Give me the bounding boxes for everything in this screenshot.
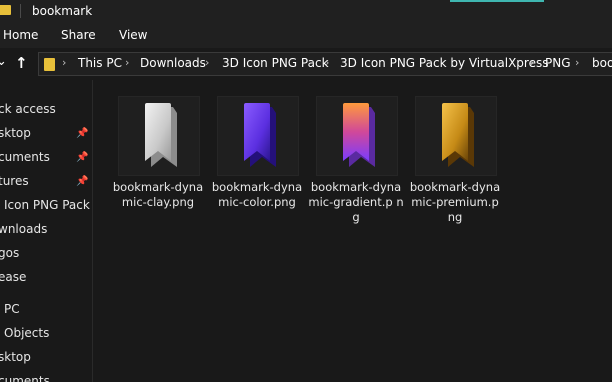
chevron-right-icon[interactable]: › — [530, 56, 534, 69]
file-name: bookmark-dyna mic-color.png — [211, 180, 303, 209]
sidebar-item-label: Icon PNG Pack b — [4, 198, 92, 212]
title-bar: bookmark — [0, 0, 612, 24]
sidebar-item-downloads[interactable]: wnloads — [0, 220, 92, 240]
sidebar-item-this-pc[interactable]: PC — [0, 300, 92, 320]
thumbnail — [118, 96, 200, 176]
bookmark-premium-icon — [442, 103, 474, 167]
sidebar-item-label: sktop — [0, 350, 31, 364]
sidebar-item-documents[interactable]: cuments 📌 — [0, 148, 92, 168]
sidebar-item-label: ck access — [0, 102, 56, 116]
sidebar-item-release[interactable]: ease — [0, 268, 92, 288]
chevron-right-icon[interactable]: › — [205, 56, 209, 69]
navigation-pane: ck access sktop 📌 cuments 📌 tures 📌 Icon… — [0, 80, 92, 382]
file-name: bookmark-dyna mic-gradient.p ng — [308, 180, 404, 224]
sidebar-item-label: Objects — [4, 326, 50, 340]
sidebar-item-label: cuments — [0, 374, 50, 382]
chevron-right-icon[interactable]: › — [125, 56, 129, 69]
sidebar-item-label: cuments — [0, 150, 50, 164]
window-title: bookmark — [32, 4, 93, 18]
title-separator — [20, 4, 21, 18]
chevron-right-icon[interactable]: › — [325, 56, 329, 69]
bookmark-gradient-icon — [343, 103, 375, 167]
sidebar-item-documents-pc[interactable]: cuments — [0, 372, 92, 382]
sidebar-item-label: ease — [0, 270, 27, 284]
bookmark-color-icon — [244, 103, 276, 167]
breadcrumb-this-pc[interactable]: This PC — [78, 56, 122, 70]
bookmark-clay-icon — [145, 103, 177, 167]
thumbnail — [316, 96, 398, 176]
file-name: bookmark-dyna mic-premium.p ng — [409, 180, 501, 224]
sidebar-item-label: PC — [4, 302, 20, 316]
pin-icon: 📌 — [76, 176, 89, 187]
sidebar-item-label: sktop — [0, 126, 31, 140]
pin-icon: 📌 — [76, 152, 89, 163]
sidebar-item-label: gos — [0, 246, 20, 260]
thumbnail — [415, 96, 497, 176]
address-row: ⌄ ↑ › This PC › Downloads › 3D Icon PNG … — [0, 48, 612, 80]
arrow-up-icon[interactable]: ↑ — [15, 54, 28, 72]
sidebar-item-label: wnloads — [0, 222, 48, 236]
file-list: bookmark-dyna mic-clay.png bookmark-dyna… — [93, 80, 612, 382]
thumbnail — [217, 96, 299, 176]
chevron-right-icon[interactable]: › — [62, 56, 66, 69]
address-bar[interactable]: › This PC › Downloads › 3D Icon PNG Pack… — [38, 52, 612, 76]
breadcrumb-icon-pack-virtualxpress[interactable]: 3D Icon PNG Pack by VirtualXpress — [340, 56, 548, 70]
breadcrumb-downloads[interactable]: Downloads — [140, 56, 206, 70]
sidebar-item-pictures[interactable]: tures 📌 — [0, 172, 92, 192]
sidebar-item-quick-access[interactable]: ck access — [0, 100, 92, 120]
breadcrumb-icon-pack[interactable]: 3D Icon PNG Pack — [222, 56, 329, 70]
chevron-down-icon[interactable]: ⌄ — [0, 54, 7, 69]
sidebar-item-desktop-pc[interactable]: sktop — [0, 348, 92, 368]
chevron-right-icon[interactable]: › — [575, 56, 579, 69]
sidebar-item-logos[interactable]: gos — [0, 244, 92, 264]
file-name: bookmark-dyna mic-clay.png — [112, 180, 204, 209]
folder-icon — [44, 58, 55, 71]
sidebar-item-desktop[interactable]: sktop 📌 — [0, 124, 92, 144]
sidebar-item-label: tures — [0, 174, 29, 188]
sidebar-item-icon-pack[interactable]: Icon PNG Pack b — [0, 196, 92, 216]
tab-share[interactable]: Share — [61, 28, 96, 42]
ribbon: Home Share View — [0, 24, 612, 49]
breadcrumb-bookmark[interactable]: boo — [592, 56, 612, 70]
folder-icon — [0, 5, 11, 15]
accent-line — [450, 0, 544, 2]
tab-home[interactable]: Home — [3, 28, 38, 42]
breadcrumb-png[interactable]: PNG — [545, 56, 571, 70]
pin-icon: 📌 — [76, 128, 89, 139]
tab-view[interactable]: View — [119, 28, 147, 42]
sidebar-item-3d-objects[interactable]: Objects — [0, 324, 92, 344]
